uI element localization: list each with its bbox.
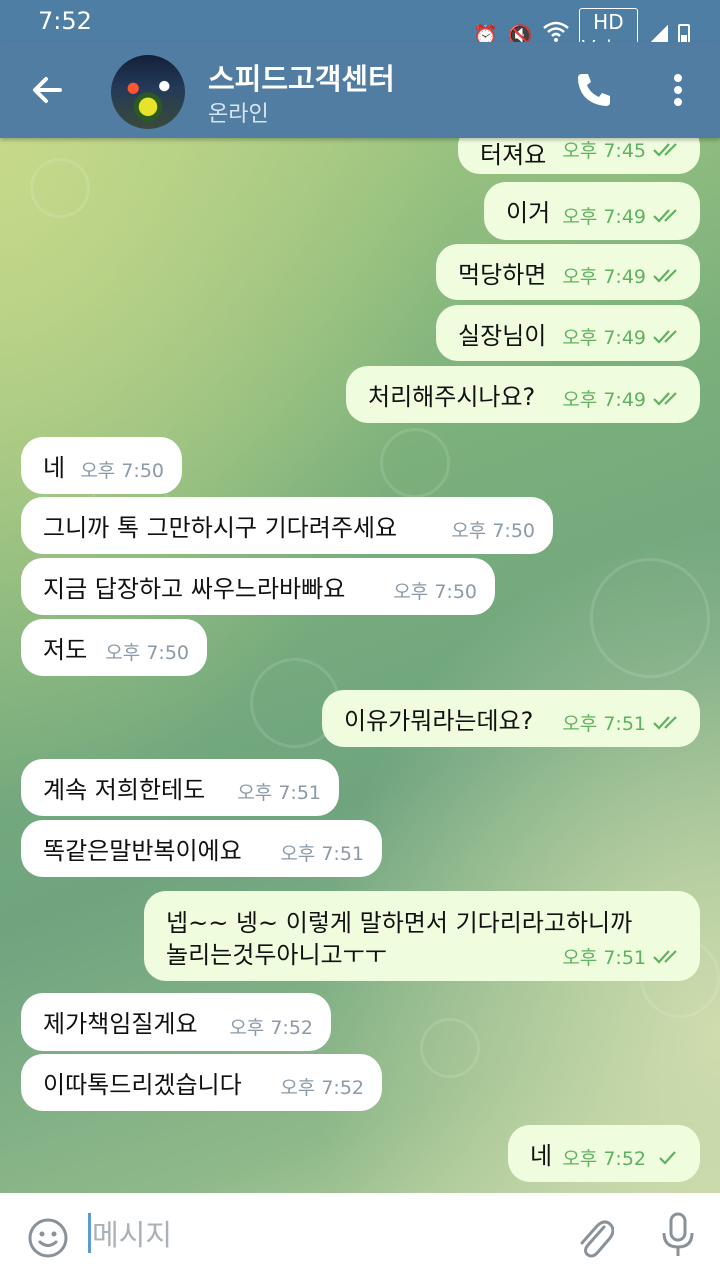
wallpaper-doodle [380, 428, 450, 498]
message-bubble-outgoing[interactable]: 넵~~ 넹~ 이렇게 말하면서 기다리라고하니까 놀리는것두아니고ㅜㅜ 오후 7… [144, 891, 700, 981]
message-text: 먹당하면 [458, 261, 547, 289]
message-text: 네 [530, 1142, 553, 1170]
message-bubble-outgoing[interactable]: 터져요 오후 7:45 [458, 138, 700, 174]
message-time: 오후 7:49 [562, 206, 646, 228]
wallpaper-doodle [420, 1018, 480, 1078]
message-time: 오후 7:45 [562, 140, 646, 162]
message-bubble-incoming[interactable]: 똑같은말반복이에요 오후 7:51 [21, 820, 382, 877]
double-check-icon [653, 949, 677, 964]
message-bubble-outgoing[interactable]: 이유가뭐라는데요? 오후 7:51 [322, 690, 700, 747]
message-input[interactable] [92, 1215, 552, 1255]
message-text: 지금 답장하고 싸우느라바빠요 [43, 575, 346, 603]
double-check-icon [653, 208, 677, 223]
status-bar: 7:52 ⏰ 🔇 HDVoice [0, 0, 720, 62]
message-list[interactable]: 터져요 오후 7:45 이거 오후 7:49 먹당하면 오후 7:49 실장님이… [0, 138, 720, 1193]
wallpaper-doodle [590, 558, 710, 678]
message-bubble-incoming[interactable]: 계속 저희한테도 오후 7:51 [21, 759, 339, 816]
chat-title[interactable]: 스피드고객센터 [208, 56, 395, 98]
message-composer [0, 1193, 720, 1280]
message-text-line2: 놀리는것두아니고ㅜㅜ [166, 941, 387, 969]
double-check-icon [653, 268, 677, 283]
message-text: 넵~~ 넹~ 이렇게 말하면서 기다리라고하니까 [166, 909, 633, 937]
message-text: 이유가뭐라는데요? [344, 707, 534, 735]
double-check-icon [653, 391, 677, 406]
message-text: 네 [43, 454, 66, 482]
message-time: 오후 7:52 [280, 1077, 364, 1099]
message-time: 오후 7:49 [562, 266, 646, 288]
chat-header: 스피드고객센터 온라인 [0, 42, 720, 138]
double-check-icon [653, 142, 677, 157]
message-bubble-outgoing[interactable]: 네 오후 7:52 [508, 1125, 700, 1182]
message-bubble-outgoing[interactable]: 먹당하면 오후 7:49 [436, 244, 700, 300]
message-text: 똑같은말반복이에요 [43, 837, 242, 865]
wallpaper-doodle [30, 158, 90, 218]
more-options-icon[interactable] [660, 70, 696, 110]
microphone-icon[interactable] [658, 1211, 698, 1259]
emoji-icon[interactable] [27, 1217, 69, 1259]
phone-call-icon[interactable] [574, 70, 614, 110]
back-arrow-icon[interactable] [26, 68, 70, 112]
message-time: 오후 7:52 [229, 1017, 313, 1039]
message-bubble-incoming[interactable]: 이따톡드리겠습니다 오후 7:52 [21, 1054, 382, 1111]
message-time: 오후 7:50 [393, 581, 477, 603]
double-check-icon [653, 715, 677, 730]
message-time: 오후 7:51 [237, 782, 321, 804]
message-text: 처리해주시나요? [368, 383, 536, 411]
message-time: 오후 7:49 [562, 389, 646, 411]
chat-status: 온라인 [208, 102, 269, 127]
message-text: 터져요 [480, 141, 547, 169]
message-time: 오후 7:52 [562, 1148, 646, 1170]
hd-label: HD [593, 10, 624, 34]
message-time: 오후 7:50 [451, 520, 535, 542]
message-bubble-incoming[interactable]: 제가책임질게요 오후 7:52 [21, 993, 331, 1051]
message-bubble-incoming[interactable]: 그니까 톡 그만하시구 기다려주세요 오후 7:50 [21, 497, 553, 554]
status-time: 7:52 [38, 7, 92, 35]
single-check-icon [659, 1150, 676, 1165]
attach-paperclip-icon[interactable] [574, 1213, 614, 1259]
message-time: 오후 7:49 [562, 327, 646, 349]
message-bubble-outgoing[interactable]: 처리해주시나요? 오후 7:49 [346, 366, 700, 423]
message-time: 오후 7:51 [280, 843, 364, 865]
message-bubble-outgoing[interactable]: 실장님이 오후 7:49 [436, 305, 700, 361]
message-time: 오후 7:50 [105, 642, 189, 664]
avatar[interactable] [111, 55, 185, 129]
message-bubble-incoming[interactable]: 저도 오후 7:50 [21, 619, 207, 676]
message-time: 오후 7:50 [80, 460, 164, 482]
message-text: 실장님이 [458, 322, 547, 350]
message-text: 이따톡드리겠습니다 [43, 1071, 242, 1099]
text-cursor [88, 1213, 91, 1253]
message-text: 그니까 톡 그만하시구 기다려주세요 [43, 514, 398, 542]
message-text: 이거 [506, 199, 551, 227]
message-text: 저도 [43, 636, 88, 664]
double-check-icon [653, 329, 677, 344]
message-time: 오후 7:51 [562, 713, 646, 735]
message-text: 계속 저희한테도 [43, 776, 206, 804]
message-time: 오후 7:51 [562, 947, 646, 969]
message-bubble-outgoing[interactable]: 이거 오후 7:49 [484, 182, 700, 240]
message-bubble-incoming[interactable]: 지금 답장하고 싸우느라바빠요 오후 7:50 [21, 558, 495, 615]
message-bubble-incoming[interactable]: 네 오후 7:50 [21, 437, 182, 494]
message-text: 제가책임질게요 [43, 1010, 198, 1038]
